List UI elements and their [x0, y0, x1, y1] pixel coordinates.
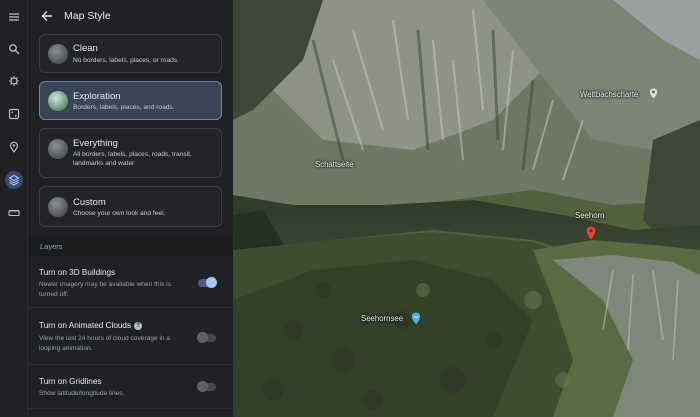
- globe-thumbnail-icon: [48, 197, 68, 217]
- layer-description: Show latitude/longitude lines.: [39, 390, 125, 397]
- layers-heading: Layers: [40, 242, 63, 251]
- animated-clouds-toggle[interactable]: [197, 332, 216, 343]
- globe-thumbnail-icon: [48, 91, 68, 111]
- map-style-icon[interactable]: [5, 171, 23, 189]
- peak-marker-icon[interactable]: [649, 88, 658, 99]
- map-label-wettbachscharte[interactable]: Wettbachscharte: [580, 90, 638, 99]
- map-label-seehornsee[interactable]: Seehornsee: [361, 314, 403, 323]
- style-name: Clean: [73, 43, 98, 54]
- style-name: Exploration: [73, 91, 121, 102]
- map-label-schattseite[interactable]: Schattseite: [315, 160, 354, 169]
- panel-title: Map Style: [64, 10, 111, 22]
- menu-icon[interactable]: [5, 8, 23, 26]
- layer-row-animated-clouds: Turn on Animated Clouds ? View the last …: [28, 308, 233, 365]
- layer-row-3d-buildings: Turn on 3D Buildings Newer imagery may b…: [28, 256, 233, 308]
- terrain-imagery: [233, 0, 700, 417]
- style-name: Everything: [73, 138, 118, 149]
- map-style-panel: Map Style Clean No borders, labels, plac…: [28, 0, 233, 417]
- feeling-lucky-icon[interactable]: [5, 105, 23, 123]
- gridlines-toggle[interactable]: [197, 381, 216, 392]
- layer-description: Newer imagery may be available when this…: [39, 281, 171, 298]
- style-description: All borders, labels, places, roads, tran…: [73, 151, 192, 167]
- style-description: Borders, labels, places, and roads.: [73, 104, 175, 111]
- globe-thumbnail-icon: [48, 139, 68, 159]
- toggle-knob: [197, 381, 208, 392]
- info-icon[interactable]: ?: [134, 321, 143, 330]
- style-description: Choose your own look and feel.: [73, 210, 166, 217]
- style-name: Custom: [73, 197, 106, 208]
- selected-place-pin-icon[interactable]: [586, 226, 596, 240]
- toggle-knob: [197, 332, 208, 343]
- globe-thumbnail-icon: [48, 44, 68, 64]
- style-card-exploration[interactable]: Exploration Borders, labels, places, and…: [39, 81, 222, 120]
- map-view[interactable]: Wettbachscharte Schattseite Seehorn Seeh…: [233, 0, 700, 417]
- lake-marker-icon[interactable]: [411, 312, 421, 325]
- layer-name: Turn on 3D Buildings: [39, 268, 116, 277]
- layer-name: Turn on Animated Clouds: [39, 321, 132, 330]
- layer-name-wrapper: Turn on Animated Clouds ?: [39, 321, 143, 330]
- style-description: No borders, labels, places, or roads.: [73, 57, 179, 64]
- map-label-seehorn[interactable]: Seehorn: [575, 211, 604, 220]
- projects-icon[interactable]: [5, 138, 23, 156]
- style-card-everything[interactable]: Everything All borders, labels, places, …: [39, 128, 222, 178]
- search-icon[interactable]: [5, 40, 23, 58]
- layer-description: View the last 24 hours of cloud coverage…: [39, 335, 171, 352]
- panel-header: Map Style: [28, 0, 233, 32]
- style-card-custom[interactable]: Custom Choose your own look and feel.: [39, 186, 222, 227]
- layer-name: Turn on Gridlines: [39, 377, 102, 386]
- layer-row-gridlines: Turn on Gridlines Show latitude/longitud…: [28, 365, 233, 409]
- voyager-icon[interactable]: [5, 72, 23, 90]
- style-card-clean[interactable]: Clean No borders, labels, places, or roa…: [39, 34, 222, 73]
- toggle-knob: [206, 277, 217, 288]
- back-arrow-icon[interactable]: [40, 9, 54, 23]
- measure-icon[interactable]: [5, 204, 23, 222]
- 3d-buildings-toggle[interactable]: [198, 277, 217, 288]
- icon-rail: [0, 0, 28, 417]
